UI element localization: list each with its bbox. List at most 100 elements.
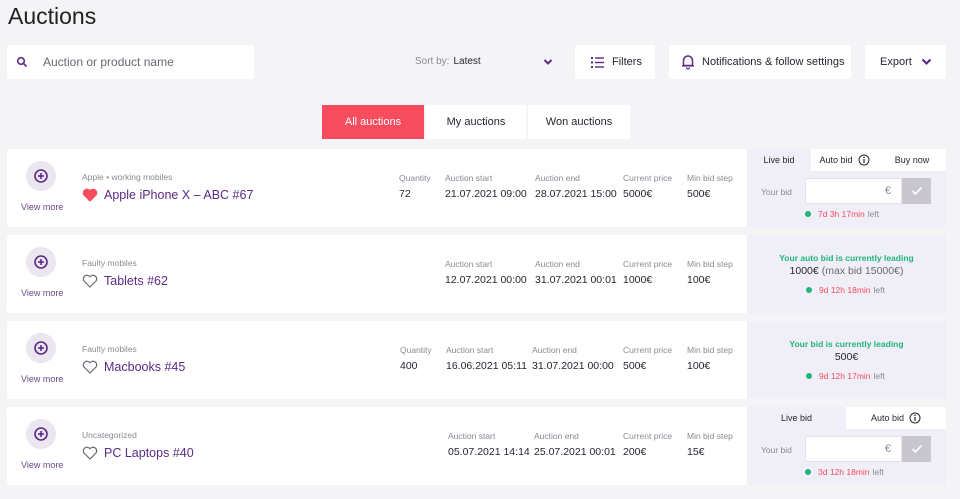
quantity-label: Quantity [400,345,432,355]
time-left-value: 3d 12h 18min [818,467,870,477]
submit-bid-button[interactable] [902,178,931,204]
status-dot [806,373,812,379]
time-left: 3d 12h 18min left [805,467,884,477]
auction-category: Apple • working mobiles [82,172,173,182]
tab-live-bid[interactable]: Live bid [747,407,846,429]
auction-name[interactable]: Apple iPhone X – ABC #67 [104,188,253,202]
auction-row: View more Faulty mobiles Tablets #62 Auc… [7,235,946,313]
time-left-value: 7d 3h 17min [818,209,865,219]
auction-end-label: Auction end [532,345,577,355]
chevron-down-icon[interactable] [543,58,553,66]
export-button[interactable]: Export [865,45,946,79]
auction-name[interactable]: Tablets #62 [104,274,168,288]
auction-start-value: 12.07.2021 00:00 [445,274,527,286]
time-left-suffix: left [873,371,885,381]
info-icon [858,154,870,166]
plus-circle-icon [34,341,48,355]
status-dot [806,287,812,293]
page-title: Auctions [8,3,97,29]
min-bid-step-value: 100€ [687,360,711,372]
current-price-label: Current price [623,431,673,441]
quantity-label: Quantity [399,173,431,183]
auction-start-value: 16.06.2021 05:11 [446,360,527,372]
view-more-link[interactable]: View more [21,288,63,298]
max-bid-note: (max bid 15000€) [821,265,904,277]
min-bid-step-value: 100€ [687,274,711,286]
leading-amount: 1000€ [789,265,819,277]
tab-won-auctions[interactable]: Won auctions [528,105,630,139]
leading-amount: 500€ [834,351,859,363]
auction-end-value: 31.07.2021 00:00 [532,360,614,372]
sort-value: Latest [453,56,481,67]
quantity-value: 400 [400,360,418,372]
plus-circle-icon [34,427,48,441]
auction-name[interactable]: PC Laptops #40 [104,446,194,460]
leading-value: 500€ [747,351,946,363]
bid-amount-input[interactable]: € [805,436,902,462]
view-more-button[interactable] [26,161,56,191]
auction-category: Faulty mobiles [82,344,137,354]
current-price-value: 500€ [623,360,647,372]
tab-live-bid[interactable]: Live bid [747,149,811,171]
tab-my-auctions[interactable]: My auctions [426,105,526,139]
plus-circle-icon [34,169,48,183]
view-more-button[interactable] [26,247,56,277]
view-more-link[interactable]: View more [21,202,63,212]
min-bid-step-value: 500€ [687,188,711,200]
time-left-value: 9d 12h 18min [819,285,871,295]
auction-end-value: 31.07.2021 00:01 [535,274,617,286]
bid-amount-input[interactable]: € [805,178,902,204]
notifications-label: Notifications & follow settings [702,56,845,68]
search-box[interactable] [7,45,254,79]
current-price-value: 5000€ [623,188,653,200]
time-left-suffix: left [872,467,884,477]
auction-end-label: Auction end [535,173,580,183]
heart-filled-icon[interactable] [82,188,98,202]
heart-outline-icon[interactable] [82,446,98,460]
quantity-value: 72 [399,188,411,200]
current-price-value: 200€ [623,446,647,458]
filters-button[interactable]: Filters [575,45,655,79]
tab-auto-bid[interactable]: Auto bid [811,149,878,171]
tab-auto-bid[interactable]: Auto bid [846,407,946,429]
heart-outline-icon[interactable] [82,360,98,374]
auction-category: Uncategorized [82,430,137,440]
view-more-link[interactable]: View more [21,460,63,470]
auction-start-label: Auction start [445,173,493,183]
sort-select[interactable]: Sort by: Latest [415,56,481,67]
view-more-button[interactable] [26,419,56,449]
auto-bid-label: Auto bid [870,413,905,423]
your-bid-label: Your bid [761,187,792,197]
filter-list-icon [591,56,604,68]
check-icon [911,444,922,454]
current-price-label: Current price [623,173,673,183]
auction-row: View more Faulty mobiles Macbooks #45 Qu… [7,321,946,399]
plus-circle-icon [34,255,48,269]
auction-start-value: 05.07.2021 14:14 [448,446,530,458]
heart-outline-icon[interactable] [82,274,98,288]
your-bid-label: Your bid [761,445,792,455]
submit-bid-button[interactable] [902,436,931,462]
min-bid-step-label: Min bid step [687,259,733,269]
tab-all-auctions[interactable]: All auctions [322,105,424,139]
min-bid-step-label: Min bid step [687,173,733,183]
leading-status: Your auto bid is currently leading [779,253,914,263]
bid-status-panel: Your auto bid is currently leading 1000€… [747,235,946,313]
bell-icon [682,55,694,70]
auction-row: View more Apple • working mobiles Apple … [7,149,946,227]
view-more-link[interactable]: View more [21,374,63,384]
auction-start-label: Auction start [445,259,493,269]
search-input[interactable] [43,45,248,79]
tab-buy-now[interactable]: Buy now [878,149,946,171]
current-price-value: 1000€ [623,274,653,286]
auto-bid-label: Auto bid [819,155,853,165]
notifications-settings-button[interactable]: Notifications & follow settings [669,45,851,79]
auction-start-value: 21.07.2021 09:00 [445,188,527,200]
auction-category: Faulty mobiles [82,258,137,268]
leading-value: 1000€ (max bid 15000€) [747,265,946,277]
sort-label: Sort by: [415,56,450,67]
auction-row: View more Uncategorized PC Laptops #40 A… [7,407,946,485]
auction-name[interactable]: Macbooks #45 [104,360,185,374]
view-more-button[interactable] [26,333,56,363]
filters-label: Filters [612,56,642,68]
